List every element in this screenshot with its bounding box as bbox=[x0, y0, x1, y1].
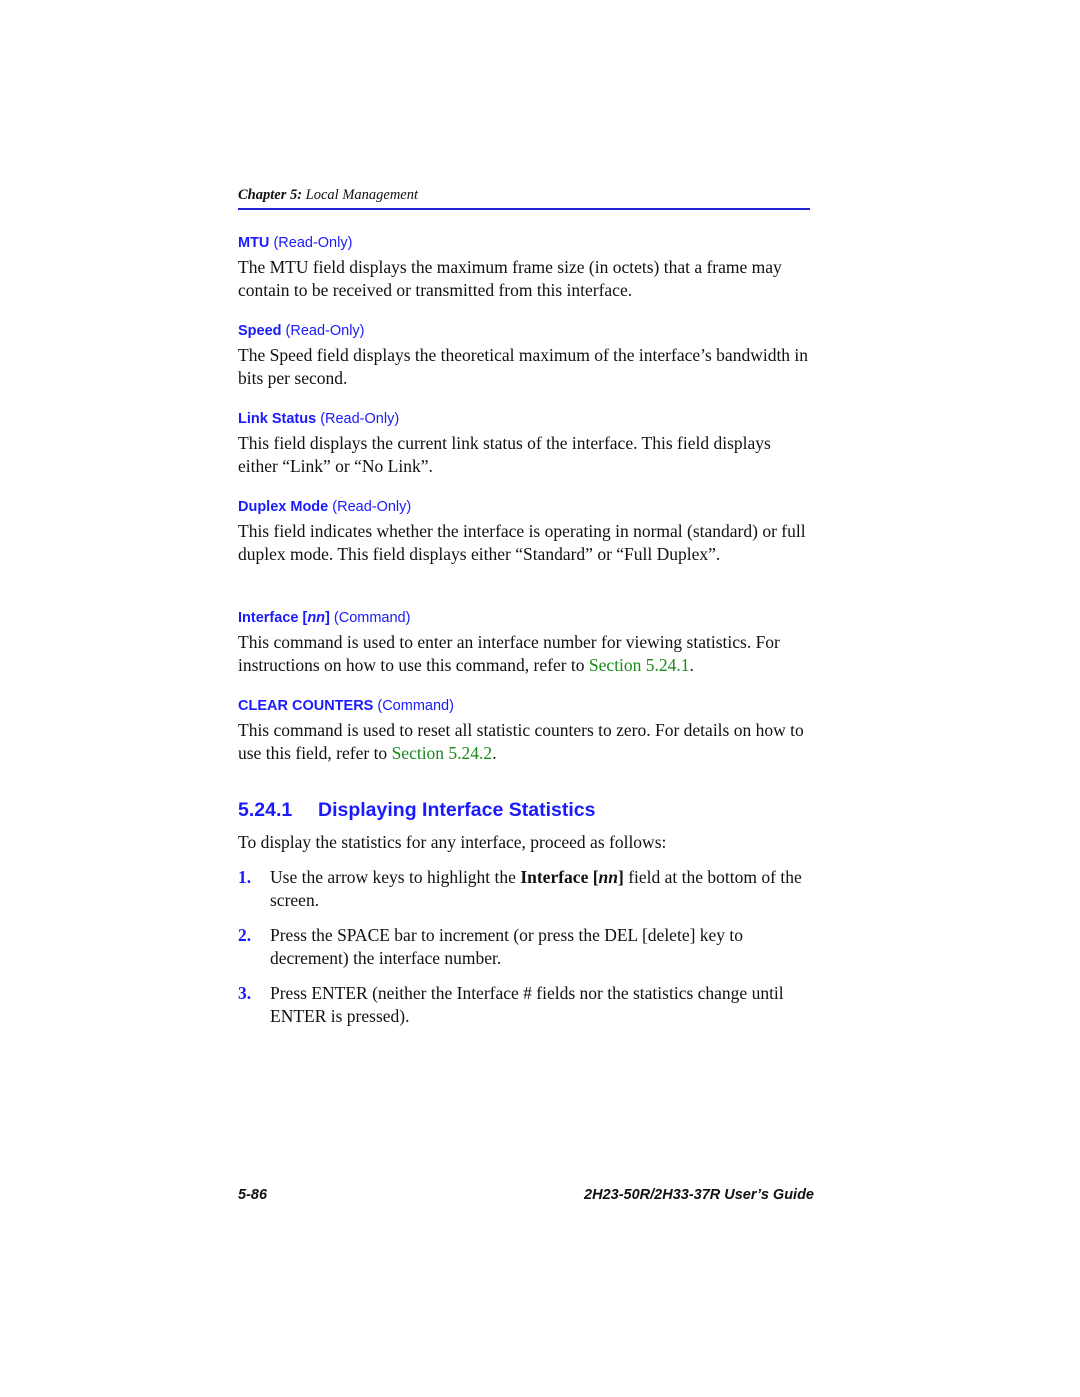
guide-title: 2H23-50R/2H33-37R User’s Guide bbox=[584, 1187, 814, 1203]
field-name-end: ] bbox=[325, 610, 330, 626]
section-link[interactable]: Section 5.24.1 bbox=[589, 655, 690, 675]
field-description: The MTU field displays the maximum frame… bbox=[238, 257, 782, 300]
field-description: This field displays the current link sta… bbox=[238, 433, 771, 476]
field-heading: Link Status (Read-Only) bbox=[238, 410, 810, 429]
field-link-status: Link Status (Read-Only) This field displ… bbox=[238, 410, 810, 478]
chapter-title: Local Management bbox=[302, 187, 419, 203]
field-description: This command is used to reset all statis… bbox=[238, 719, 810, 765]
field-heading: Duplex Mode (Read-Only) bbox=[238, 498, 810, 517]
field-heading: MTU (Read-Only) bbox=[238, 234, 810, 253]
step-number: 1. bbox=[238, 867, 252, 887]
step-text-pre: Use the arrow keys to highlight the bbox=[270, 867, 521, 887]
description-end: . bbox=[689, 655, 694, 675]
field-name: Interface [nn] bbox=[238, 610, 330, 626]
field-type: (Read-Only) bbox=[320, 411, 400, 427]
description-text: This command is used to reset all statis… bbox=[238, 720, 804, 763]
field-name-text: Interface [ bbox=[238, 610, 308, 626]
step-number: 2. bbox=[238, 925, 252, 945]
running-header: Chapter 5: Local Management bbox=[238, 187, 810, 204]
step-text: Press ENTER (neither the Interface # fie… bbox=[270, 983, 784, 1026]
field-description: This field indicates whether the interfa… bbox=[238, 521, 806, 564]
section-number: 5.24.1 bbox=[238, 799, 293, 821]
field-name-param: nn bbox=[307, 610, 326, 626]
step-field-ref-param: nn bbox=[598, 867, 619, 887]
chapter-label: Chapter 5: bbox=[238, 187, 303, 203]
field-duplex-mode: Duplex Mode (Read-Only) This field indic… bbox=[238, 498, 810, 566]
section-link[interactable]: Section 5.24.2 bbox=[392, 743, 493, 763]
section-heading: 5.24.1 Displaying Interface Statistics bbox=[238, 799, 595, 822]
description-end: . bbox=[492, 743, 497, 763]
field-name: CLEAR COUNTERS bbox=[238, 698, 374, 714]
field-clear-counters: CLEAR COUNTERS (Command) This command is… bbox=[238, 697, 810, 765]
step-item: 2. Press the SPACE bar to increment (or … bbox=[238, 924, 810, 970]
step-text: Use the arrow keys to highlight the Inte… bbox=[270, 866, 810, 912]
field-description: The Speed field displays the theoretical… bbox=[238, 345, 809, 388]
section-intro: To display the statistics for any interf… bbox=[238, 832, 667, 852]
field-speed: Speed (Read-Only) The Speed field displa… bbox=[238, 322, 810, 390]
field-name: Duplex Mode bbox=[238, 499, 329, 515]
step-item: 3. Press ENTER (neither the Interface # … bbox=[238, 982, 810, 1028]
field-name: Link Status bbox=[238, 411, 317, 427]
field-type: (Read-Only) bbox=[273, 235, 353, 251]
field-interface: Interface [nn] (Command) This command is… bbox=[238, 609, 810, 677]
field-description: This command is used to enter an interfa… bbox=[238, 631, 810, 677]
running-footer: 5-86 2H23-50R/2H33-37R User’s Guide bbox=[238, 1187, 814, 1203]
field-type: (Read-Only) bbox=[285, 323, 365, 339]
step-number: 3. bbox=[238, 983, 252, 1003]
field-heading: Interface [nn] (Command) bbox=[238, 609, 810, 628]
field-type: (Command) bbox=[333, 610, 411, 626]
section-title-text: Displaying Interface Statistics bbox=[318, 799, 596, 821]
field-type: (Command) bbox=[377, 698, 454, 714]
description-text: This command is used to enter an interfa… bbox=[238, 632, 780, 675]
field-name: Speed bbox=[238, 323, 282, 339]
field-type: (Read-Only) bbox=[332, 499, 412, 515]
page-number: 5-86 bbox=[238, 1187, 268, 1203]
field-heading: Speed (Read-Only) bbox=[238, 322, 810, 341]
step-field-ref-text: Interface [ bbox=[520, 867, 599, 887]
step-text: Press the SPACE bar to increment (or pre… bbox=[270, 925, 744, 968]
field-mtu: MTU (Read-Only) The MTU field displays t… bbox=[238, 234, 810, 302]
header-rule bbox=[238, 208, 810, 210]
field-heading: CLEAR COUNTERS (Command) bbox=[238, 697, 810, 716]
field-name: MTU bbox=[238, 235, 270, 251]
step-field-ref: Interface [nn] bbox=[520, 867, 624, 887]
step-item: 1. Use the arrow keys to highlight the I… bbox=[238, 866, 810, 912]
